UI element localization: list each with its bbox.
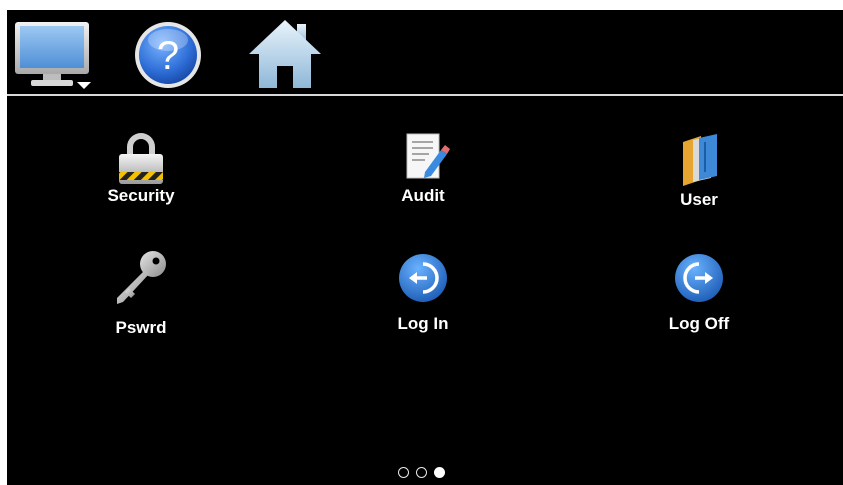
logoff-tile[interactable]: Log Off [629,248,769,348]
audit-tile[interactable]: Audit [353,132,493,232]
screen: ? Security Audit User Pswrd Log In Log O… [7,10,843,485]
help-button[interactable]: ? [133,20,203,90]
password-label: Pswrd [115,318,167,337]
folders-icon [683,134,717,186]
home-icon [249,20,321,88]
login-arrow-icon [399,254,447,302]
user-label: User [680,190,718,209]
login-label: Log In [397,314,449,333]
user-tile[interactable]: User [629,132,769,232]
padlock-icon [119,133,163,184]
help-glyph: ? [157,34,179,78]
logoff-label: Log Off [668,314,730,333]
security-label: Security [107,186,175,205]
monitor-icon [15,22,91,89]
display-button[interactable] [11,16,95,92]
password-tile[interactable]: Pswrd [71,248,211,348]
logoff-arrow-icon [675,254,723,302]
page-dot-2[interactable] [416,467,427,478]
document-pencil-icon [406,133,450,179]
home-button[interactable] [245,18,325,90]
toolbar-divider [7,94,843,96]
page-dot-1[interactable] [398,467,409,478]
help-icon: ? [135,22,201,88]
audit-label: Audit [401,186,445,205]
page-dot-3-active[interactable] [434,467,445,478]
key-icon [117,251,166,304]
security-tile[interactable]: Security [71,132,211,232]
top-toolbar: ? [7,10,843,94]
page-indicator [398,467,468,483]
login-tile[interactable]: Log In [353,248,493,348]
